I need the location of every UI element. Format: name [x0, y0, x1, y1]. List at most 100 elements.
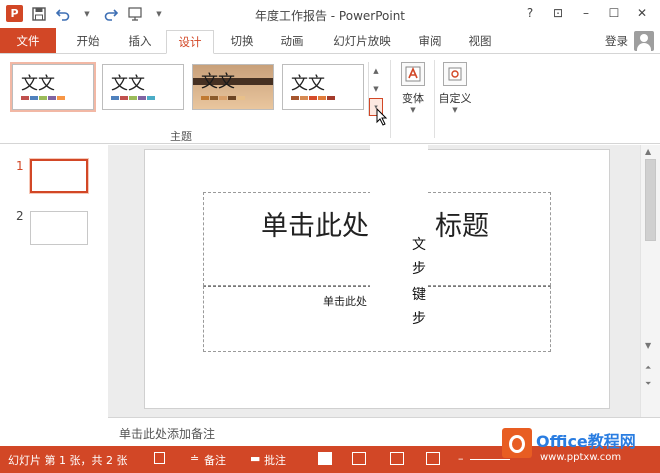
minimize-button[interactable]: –	[572, 3, 600, 23]
theme-color-swatch	[111, 96, 119, 100]
thumbnail-number: 2	[16, 209, 24, 223]
variants-button[interactable]: 变体 ▼	[394, 62, 432, 114]
theme-color-swatch	[300, 96, 308, 100]
variants-label: 变体	[402, 92, 424, 105]
title-text-right: 标题	[435, 211, 489, 242]
reading-view-icon[interactable]	[390, 452, 404, 465]
watermark-url: www.pptxw.com	[540, 452, 622, 463]
maximize-button[interactable]: ☐	[600, 3, 628, 23]
theme-color-swatch	[120, 96, 128, 100]
scrollbar-thumb[interactable]	[645, 159, 656, 241]
theme-color-swatch	[147, 96, 155, 100]
chevron-down-icon: ▼	[410, 106, 416, 114]
slide-show-icon[interactable]	[426, 452, 440, 465]
tab-review[interactable]: 审阅	[408, 30, 452, 54]
watermark: Office教程网 www.pptxw.com	[496, 422, 660, 473]
theme-option-1[interactable]: 文文	[10, 62, 96, 112]
title-bar: P ▼ ▼ 年度工作报告 - PowerPoint ? ⊡ – ☐ ✕	[0, 0, 660, 28]
theme-color-swatch	[39, 96, 47, 100]
gallery-down-icon[interactable]: ▼	[369, 80, 383, 98]
slide-count: 幻灯片 第 1 张，共 2 张	[8, 454, 128, 467]
tab-home[interactable]: 开始	[66, 30, 110, 54]
theme-option-2[interactable]: 文文	[102, 64, 184, 110]
theme-swatches	[201, 96, 245, 100]
notes-button[interactable]: 备注	[204, 452, 226, 468]
overlay-char: 键	[412, 287, 426, 303]
theme-color-swatch	[129, 96, 137, 100]
overlay-char: 步	[412, 261, 426, 277]
tab-insert[interactable]: 插入	[118, 30, 162, 54]
customize-button[interactable]: 自定义 ▼	[436, 62, 474, 114]
next-slide-icon[interactable]: ⏷	[645, 379, 651, 389]
mouse-cursor-icon	[376, 108, 388, 126]
variants-icon	[401, 62, 425, 86]
subtitle-text-left: 单击此处	[323, 295, 367, 308]
vertical-scrollbar[interactable]: ▲ ▼ ⏶ ⏷	[640, 145, 660, 417]
gallery-up-icon[interactable]: ▲	[369, 62, 383, 80]
spell-check-icon[interactable]	[154, 452, 165, 464]
notes-placeholder: 单击此处添加备注	[119, 427, 216, 441]
avatar[interactable]	[634, 31, 654, 51]
tab-view[interactable]: 视图	[458, 30, 502, 54]
overlay-char: 文	[412, 237, 426, 253]
theme-color-swatch	[309, 96, 317, 100]
overlay-char: 步	[412, 311, 426, 327]
slide-thumbnail-pane: 1 2	[0, 145, 108, 415]
comments-icon[interactable]: ▬	[250, 452, 260, 465]
ribbon-separator	[390, 60, 391, 138]
theme-color-swatch	[291, 96, 299, 100]
theme-color-swatch	[138, 96, 146, 100]
ribbon-design: 文文 文文 文文 文文 ▲ ▼ ▾ 主题 变体 ▼ 自定义 ▼	[0, 53, 660, 144]
theme-preview-text: 文文	[21, 74, 55, 94]
notes-toggle-icon[interactable]: ≐	[190, 452, 199, 465]
scroll-up-icon[interactable]: ▲	[645, 147, 651, 156]
ribbon-separator	[434, 60, 435, 138]
theme-color-swatch	[228, 96, 236, 100]
tab-transitions[interactable]: 切换	[220, 30, 264, 54]
customize-label: 自定义	[438, 92, 472, 105]
title-text-left: 单击此处	[261, 211, 369, 242]
office-logo-icon	[502, 428, 532, 458]
theme-color-swatch	[57, 96, 65, 100]
slide-sorter-icon[interactable]	[352, 452, 366, 465]
theme-swatches	[291, 96, 335, 100]
help-button[interactable]: ?	[516, 3, 544, 23]
slide-thumbnail-2[interactable]	[30, 211, 88, 245]
ribbon-tabs: 文件 开始 插入 设计 切换 动画 幻灯片放映 审阅 视图 登录	[0, 28, 660, 54]
theme-color-swatch	[327, 96, 335, 100]
theme-color-swatch	[48, 96, 56, 100]
theme-option-4[interactable]: 文文	[282, 64, 364, 110]
theme-preview-text: 文文	[291, 74, 325, 94]
ribbon-display-options-button[interactable]: ⊡	[544, 3, 572, 23]
theme-swatches	[111, 96, 155, 100]
watermark-brand: Office教程网	[536, 432, 636, 451]
slide-thumbnail-1[interactable]	[29, 158, 89, 194]
normal-view-icon[interactable]	[318, 452, 332, 465]
scroll-down-icon[interactable]: ▼	[645, 341, 651, 350]
previous-slide-icon[interactable]: ⏶	[645, 363, 651, 373]
customize-icon	[443, 62, 467, 86]
theme-color-swatch	[30, 96, 38, 100]
theme-preview-text: 文文	[201, 72, 235, 92]
chevron-down-icon: ▼	[452, 106, 458, 114]
comments-button[interactable]: 批注	[264, 452, 286, 468]
theme-preview-text: 文文	[111, 74, 145, 94]
theme-color-swatch	[21, 96, 29, 100]
tab-slide-show[interactable]: 幻灯片放映	[326, 30, 398, 54]
theme-color-swatch	[219, 96, 227, 100]
window-controls: ? ⊡ – ☐ ✕	[516, 3, 656, 23]
tab-file[interactable]: 文件	[0, 28, 56, 54]
theme-color-swatch	[237, 96, 245, 100]
theme-color-swatch	[318, 96, 326, 100]
tab-design[interactable]: 设计	[166, 30, 214, 54]
theme-color-swatch	[210, 96, 218, 100]
thumbnail-number: 1	[16, 159, 24, 173]
sign-in-link[interactable]: 登录	[605, 33, 628, 49]
overlay-strip: 文 步 键 步	[370, 144, 428, 344]
close-button[interactable]: ✕	[628, 3, 656, 23]
themes-group-label: 主题	[170, 130, 192, 143]
zoom-out-icon[interactable]: –	[458, 452, 464, 465]
tab-animations[interactable]: 动画	[270, 30, 314, 54]
theme-color-swatch	[201, 96, 209, 100]
theme-option-3[interactable]: 文文	[192, 64, 274, 110]
